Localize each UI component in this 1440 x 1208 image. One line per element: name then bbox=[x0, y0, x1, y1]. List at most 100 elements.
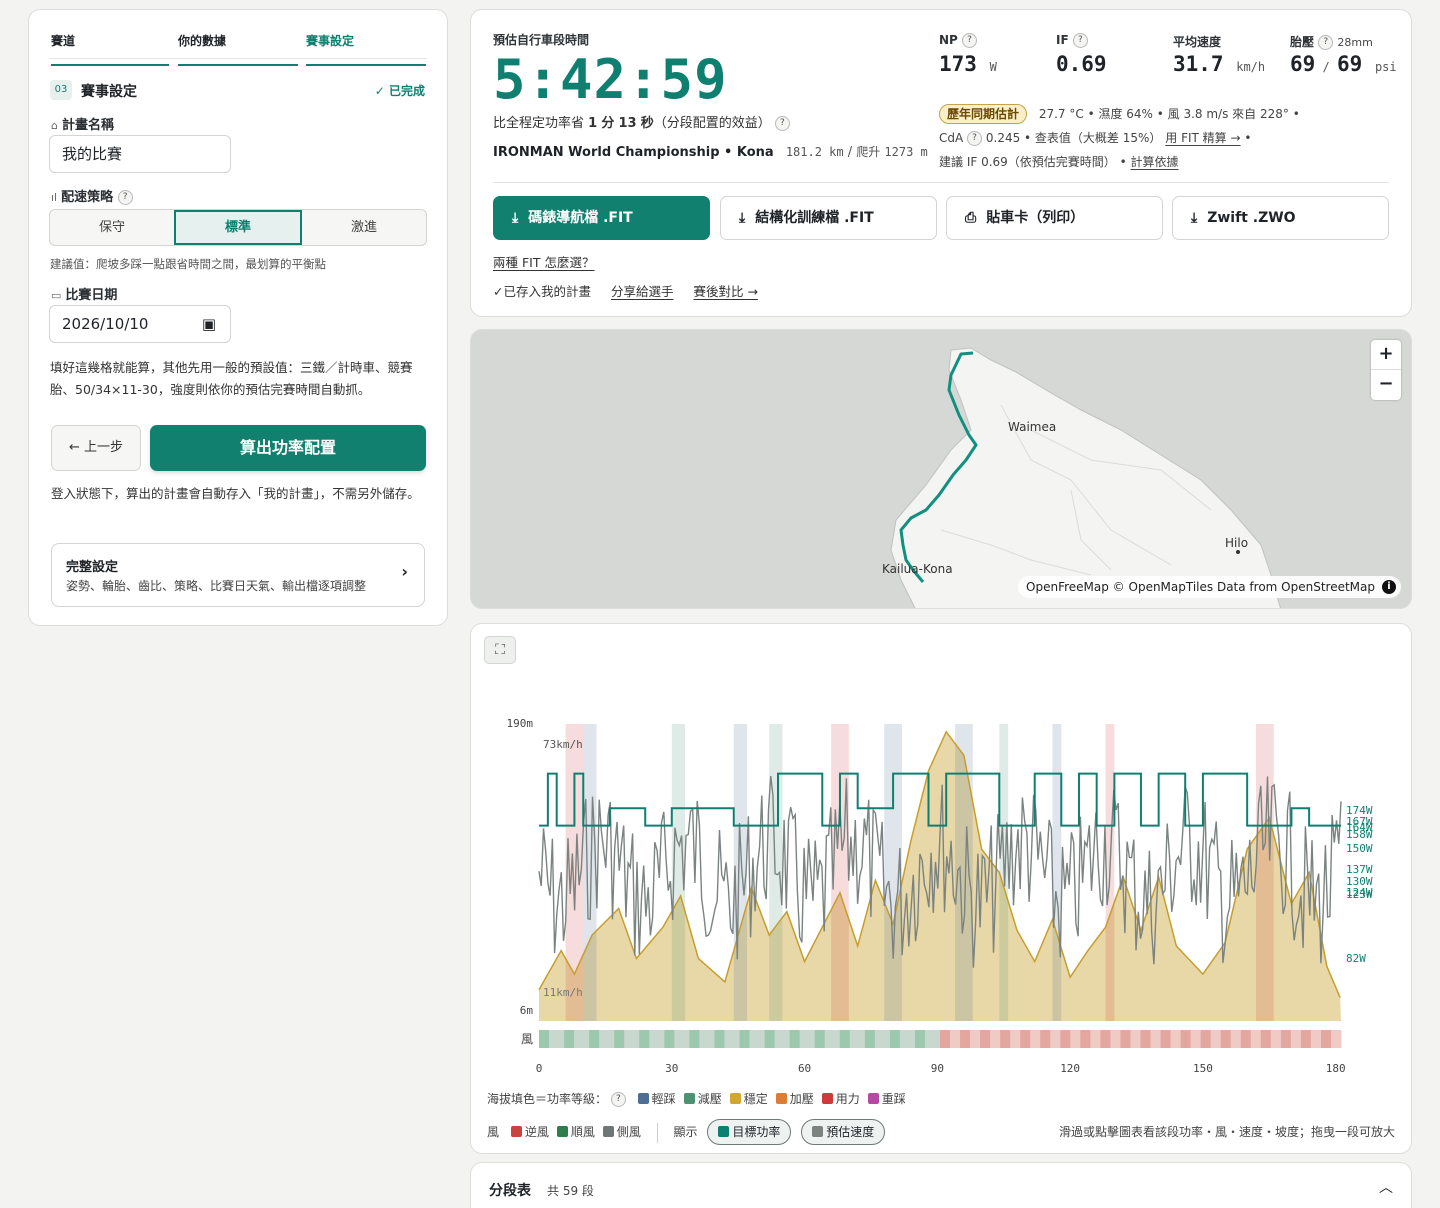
help-icon[interactable]: ? bbox=[1318, 35, 1334, 50]
help-icon[interactable]: ? bbox=[962, 33, 978, 48]
route-map[interactable]: Waimea Hilo Kailua-Kona + − OpenFreeMap … bbox=[470, 329, 1412, 609]
zone-label-1: 減壓 bbox=[697, 1092, 722, 1106]
fit-help-link[interactable]: 兩種 FIT 怎麼選？ bbox=[493, 252, 594, 271]
time-saving-note: 比全程定功率省 1 分 13 秒（分段配置的效益） ? bbox=[493, 112, 790, 131]
power-zone-legend: 海拔填色＝功率等級： ? 輕踩 減壓 穩定 加壓 用力 重踩 bbox=[487, 1090, 906, 1107]
help-icon[interactable]: ? bbox=[967, 131, 983, 146]
download-icon: ⤓ bbox=[739, 210, 746, 226]
save-pre: 比全程定功率省 bbox=[493, 116, 585, 131]
section-title: 賽事設定 bbox=[81, 84, 137, 100]
wind-cell-148 bbox=[1280, 1030, 1287, 1048]
wind-cell-15 bbox=[614, 1030, 620, 1048]
wind-cell-110 bbox=[1090, 1030, 1096, 1048]
pacing-label-text: 配速策略 bbox=[61, 190, 114, 205]
calculation-basis-link[interactable]: 計算依據 bbox=[1131, 155, 1179, 169]
toggle-estimated-speed[interactable]: 預估速度 bbox=[801, 1119, 886, 1145]
wind-legend: 風 逆風 順風 側風 顯示 目標功率 預估速度 bbox=[487, 1119, 886, 1145]
wind-cell-140 bbox=[1240, 1030, 1247, 1048]
tab-course[interactable]: 賽道 bbox=[51, 32, 169, 66]
tab-your-data[interactable]: 你的數據 bbox=[178, 32, 298, 66]
zone-swatch-0 bbox=[637, 1093, 649, 1104]
race-date-input[interactable]: 2026/10/10 ▣ bbox=[49, 305, 231, 343]
plan-name-input[interactable]: 我的比賽 bbox=[49, 135, 231, 173]
download-fit-navigation-button[interactable]: ⤓ 碼錶導航檔 .FIT bbox=[493, 196, 710, 240]
wind-cell-64 bbox=[859, 1030, 866, 1048]
wind-cell-120 bbox=[1140, 1030, 1147, 1048]
tire-label: 胎壓 ? 28mm bbox=[1290, 33, 1373, 50]
zoom-in-button[interactable]: + bbox=[1371, 340, 1401, 370]
zone-label-2: 穩定 bbox=[743, 1092, 768, 1106]
race-date-label: ▭ 比賽日期 bbox=[51, 284, 117, 303]
zoom-out-button[interactable]: − bbox=[1371, 370, 1401, 400]
fit-refine-link[interactable]: 用 FIT 精算 → bbox=[1165, 131, 1240, 145]
pacing-option-aggressive[interactable]: 激進 bbox=[302, 210, 426, 245]
wind-cell-105 bbox=[1065, 1030, 1071, 1048]
attribution-text[interactable]: OpenFreeMap © OpenMapTiles Data from Ope… bbox=[1026, 580, 1375, 594]
race-date-value: 2026/10/10 bbox=[62, 315, 149, 333]
help-icon[interactable]: ? bbox=[774, 116, 790, 131]
wind-cell-66 bbox=[869, 1030, 876, 1048]
calculate-button[interactable]: 算出功率配置 bbox=[150, 425, 426, 471]
wind-cell-0 bbox=[539, 1030, 545, 1048]
zone-label-0: 輕踩 bbox=[651, 1092, 676, 1106]
zone-swatch-2 bbox=[729, 1093, 741, 1104]
zone-label-3: 加壓 bbox=[789, 1092, 814, 1106]
if-label: IF ? bbox=[1056, 33, 1088, 48]
wind-cell-126 bbox=[1170, 1030, 1177, 1048]
segment-table-header[interactable]: 分段表 共 59 段 ︿ bbox=[470, 1162, 1412, 1208]
help-icon[interactable]: ? bbox=[117, 190, 133, 205]
download-zwo-button[interactable]: ⤓ Zwift .ZWO bbox=[1172, 196, 1389, 240]
calendar-picker-icon[interactable]: ▣ bbox=[202, 306, 216, 342]
info-icon[interactable]: i bbox=[1382, 580, 1396, 594]
toggle-target-power[interactable]: 目標功率 bbox=[707, 1119, 792, 1145]
wind-cell-58 bbox=[829, 1030, 836, 1048]
wind-cell-138 bbox=[1230, 1030, 1237, 1048]
wind-cell-46 bbox=[769, 1030, 776, 1048]
power-label-3: 158W bbox=[1346, 828, 1373, 841]
tab-race-settings[interactable]: 賽事設定 bbox=[306, 32, 426, 66]
wind-cell-9 bbox=[584, 1030, 590, 1048]
chevron-up-icon[interactable]: ︿ bbox=[1379, 1177, 1393, 1197]
back-button[interactable]: ← 上一步 bbox=[51, 425, 141, 471]
pacing-option-conservative[interactable]: 保守 bbox=[50, 210, 174, 245]
download-fit-workout-button[interactable]: ⤓ 結構化訓練檔 .FIT bbox=[720, 196, 937, 240]
chart-svg[interactable]: 190m6m73km/h11km/h風0 30 60 90 120 150 180174W1… bbox=[471, 624, 1413, 1084]
wind-cell-130 bbox=[1190, 1030, 1197, 1048]
help-icon[interactable]: ? bbox=[610, 1092, 626, 1107]
wind-cell-84 bbox=[960, 1030, 966, 1048]
x-tick-5: 150 bbox=[1193, 1062, 1213, 1075]
np-value: 173 W bbox=[939, 52, 997, 76]
print-card-button[interactable]: ⎙ 貼車卡（列印） bbox=[946, 196, 1163, 240]
zone-band-9 bbox=[1052, 724, 1062, 1021]
wind-swatch-1 bbox=[556, 1126, 568, 1137]
wind-cell-113 bbox=[1105, 1030, 1111, 1048]
help-icon[interactable]: ? bbox=[1072, 33, 1088, 48]
pacing-option-standard[interactable]: 標準 bbox=[174, 210, 302, 245]
wind-cell-23 bbox=[654, 1030, 660, 1048]
if-label-text: IF bbox=[1056, 33, 1069, 47]
defaults-note: 填好這幾格就能算，其他先用一般的預設值：三鐵／計時車、競賽胎、50/34×11-… bbox=[50, 360, 413, 397]
chart-hint: 滑過或點擊圖表看該段功率・風・速度・坡度；拖曳一段可放大 bbox=[1058, 1125, 1395, 1139]
target-power-swatch bbox=[718, 1126, 730, 1137]
full-settings-button[interactable]: 完整設定 姿勢、輪胎、齒比、策略、比賽日天氣、輸出檔逐項調整 › bbox=[51, 543, 425, 607]
wind-cell-53 bbox=[804, 1030, 811, 1048]
wind-cell-20 bbox=[639, 1030, 645, 1048]
wind-cell-44 bbox=[759, 1030, 766, 1048]
wind-cell-154 bbox=[1310, 1030, 1317, 1048]
wind-legend-items: 逆風 順風 側風 bbox=[503, 1125, 641, 1139]
wind-cell-49 bbox=[784, 1030, 791, 1048]
wind-cell-87 bbox=[975, 1030, 981, 1048]
weather-estimate-tag: 歷年同期估計 bbox=[939, 104, 1028, 124]
share-link[interactable]: 分享給選手 bbox=[611, 284, 674, 299]
wind-cell-50 bbox=[789, 1030, 796, 1048]
wind-cell-14 bbox=[609, 1030, 615, 1048]
wind-cell-92 bbox=[1000, 1030, 1006, 1048]
wind-cell-56 bbox=[819, 1030, 826, 1048]
wind-cell-111 bbox=[1095, 1030, 1101, 1048]
x-tick-2: 60 bbox=[798, 1062, 811, 1075]
cda-label: CdA bbox=[939, 131, 964, 145]
np-unit: W bbox=[989, 60, 997, 74]
plan-name-label-text: 計畫名稱 bbox=[61, 118, 114, 133]
speed-label: 平均速度 bbox=[1173, 35, 1222, 49]
compare-link[interactable]: 賽後對比 → bbox=[693, 284, 757, 299]
